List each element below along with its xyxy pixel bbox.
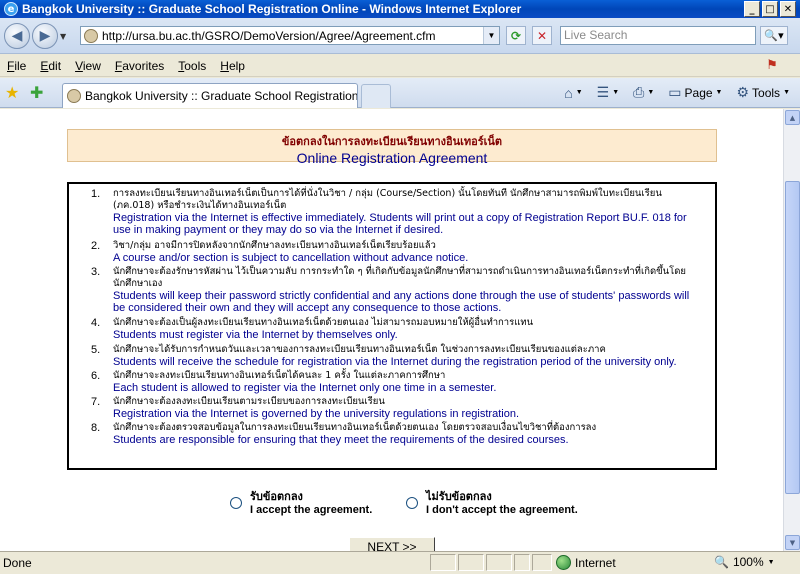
decline-option[interactable]: ไม่รับข้อตกลง I don't accept the agreeme… — [406, 491, 578, 517]
decline-label-thai: ไม่รับข้อตกลง — [426, 491, 492, 503]
page-icon: ▭ — [668, 84, 682, 100]
feed-icon: ☰ — [596, 84, 610, 100]
page-icon — [84, 28, 98, 43]
menu-view[interactable]: View — [68, 59, 108, 73]
heading-thai: ข้อตกลงในการลงทะเบียนเรียนทางอินเทอร์เน็… — [281, 135, 503, 148]
new-tab-button[interactable] — [361, 84, 391, 108]
home-button[interactable]: ⌂ ▼ — [564, 85, 582, 101]
decline-label: I don't accept the agreement. — [426, 504, 578, 516]
refresh-button[interactable]: ⟳ — [506, 26, 526, 45]
address-bar[interactable]: http://ursa.bu.ac.th/GSRO/DemoVersion/Ag… — [80, 26, 500, 45]
favorites-star-icon[interactable]: ★ — [5, 83, 19, 102]
home-icon: ⌂ — [564, 84, 573, 101]
status-panel — [486, 554, 512, 571]
tools-menu[interactable]: ⚙ Tools ▼ — [736, 84, 790, 101]
accept-label-thai: รับข้อตกลง — [250, 491, 303, 503]
window-controls: _ □ ✕ — [744, 1, 796, 17]
address-dropdown-icon[interactable]: ▼ — [483, 27, 499, 44]
zoom-control[interactable]: 🔍 100% ▼ — [714, 555, 775, 569]
print-button[interactable]: ⎙ ▼ — [633, 84, 654, 101]
next-button[interactable]: NEXT >> — [349, 537, 435, 551]
add-favorites-icon[interactable]: ✚ — [30, 83, 43, 102]
gear-icon: ⚙ — [736, 84, 750, 100]
close-button[interactable]: ✕ — [780, 1, 796, 17]
tab-bar: ★ ✚ Bangkok University :: Graduate Schoo… — [0, 78, 800, 108]
menu-edit[interactable]: Edit — [33, 59, 68, 73]
agreement-heading: ข้อตกลงในการลงทะเบียนเรียนทางอินเทอร์เน็… — [67, 129, 717, 166]
search-icon[interactable]: 🔍▾ — [760, 26, 788, 45]
status-text: Done — [3, 556, 32, 570]
printer-icon: ⎙ — [633, 84, 645, 100]
page-icon — [67, 89, 81, 103]
vertical-scrollbar[interactable]: ▲ ▼ — [783, 109, 800, 551]
menu-tools[interactable]: Tools — [171, 59, 213, 73]
window-title: Bangkok University :: Graduate School Re… — [22, 2, 522, 16]
accept-option[interactable]: รับข้อตกลง I accept the agreement. — [230, 491, 372, 517]
forward-button[interactable]: ▶ — [32, 23, 58, 49]
menu-bar: File Edit View Favorites Tools Help ⚑ — [0, 55, 800, 77]
zoom-icon: 🔍 — [714, 555, 729, 569]
title-bar: e Bangkok University :: Graduate School … — [0, 0, 800, 18]
history-dropdown-icon[interactable]: ▼ — [60, 32, 68, 41]
tab-label: Bangkok University :: Graduate School Re… — [85, 89, 358, 103]
url-text[interactable]: http://ursa.bu.ac.th/GSRO/DemoVersion/Ag… — [102, 29, 483, 43]
minimize-button[interactable]: _ — [744, 1, 760, 17]
navigation-bar: ◀ ▶ ▼ http://ursa.bu.ac.th/GSRO/DemoVers… — [0, 18, 800, 54]
scroll-up-icon[interactable]: ▲ — [785, 110, 800, 125]
heading-english: Online Registration Agreement — [296, 150, 488, 166]
back-button[interactable]: ◀ — [4, 23, 30, 49]
protected-mode-icon — [532, 554, 552, 571]
page-menu[interactable]: ▭ Page ▼ — [668, 84, 722, 101]
globe-icon — [556, 555, 571, 570]
stop-button[interactable]: ✕ — [532, 26, 552, 45]
decline-radio[interactable] — [406, 497, 418, 509]
command-bar: ⌂ ▼ ☰ ▼ ⎙ ▼ ▭ Page ▼ ⚙ Tools ▼ — [564, 84, 790, 101]
page-content: ข้อตกลงในการลงทะเบียนเรียนทางอินเทอร์เน็… — [0, 109, 783, 551]
zoom-dropdown-icon[interactable]: ▼ — [768, 559, 775, 566]
security-zone[interactable]: Internet — [556, 555, 616, 570]
accept-radio[interactable] — [230, 497, 242, 509]
menu-help[interactable]: Help — [213, 59, 252, 73]
menu-file[interactable]: File — [0, 59, 33, 73]
scroll-thumb[interactable] — [785, 181, 800, 494]
menu-favorites[interactable]: Favorites — [108, 59, 171, 73]
agreement-choices: รับข้อตกลง I accept the agreement. ไม่รั… — [230, 491, 650, 521]
agreement-box: 1. การลงทะเบียนเรียนทางอินเทอร์เน็ตเป็นก… — [67, 182, 717, 470]
accept-label: I accept the agreement. — [250, 504, 373, 516]
status-panel — [458, 554, 484, 571]
scroll-down-icon[interactable]: ▼ — [785, 535, 800, 550]
feeds-button[interactable]: ☰ ▼ — [597, 84, 620, 101]
toolbar-icon[interactable]: ⚑ — [762, 57, 782, 75]
ie-icon: e — [4, 2, 18, 16]
status-panel — [514, 554, 530, 571]
search-input[interactable]: Live Search — [560, 26, 756, 45]
status-panel — [430, 554, 456, 571]
maximize-button[interactable]: □ — [762, 1, 778, 17]
tab-active[interactable]: Bangkok University :: Graduate School Re… — [62, 83, 358, 108]
status-bar: Done Internet 🔍 100% ▼ — [0, 551, 800, 574]
